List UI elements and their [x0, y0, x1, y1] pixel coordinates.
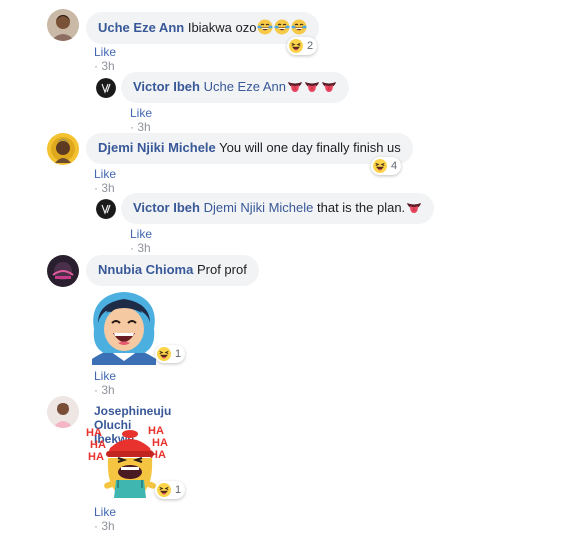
like-link[interactable]: Like [94, 369, 116, 383]
reaction-count[interactable]: 2 [287, 37, 318, 55]
haha-reaction-icon [289, 39, 303, 53]
laughing-tears-emoji-icon [291, 19, 307, 35]
tongue-emoji-icon [406, 200, 422, 214]
avatar[interactable] [96, 199, 116, 219]
comment-bubble: Victor Ibeh Djemi Njiki Michele that is … [121, 193, 435, 224]
comment-time[interactable]: 3h [101, 59, 114, 73]
laughing-tears-emoji-icon [274, 19, 290, 35]
mention-link[interactable]: Djemi Njiki Michele [204, 200, 314, 215]
haha-sticker-text: HA [90, 439, 106, 451]
comment-bubble: Djemi Njiki Michele You will one day fin… [86, 133, 413, 164]
comment-author[interactable]: Victor Ibeh [133, 79, 200, 94]
comment-text: that is the plan. [317, 200, 406, 215]
comment-meta: Like · 3h [94, 505, 117, 533]
comment-author[interactable]: Djemi Njiki Michele [98, 140, 216, 155]
tongue-emoji-icon [304, 79, 320, 93]
haha-reaction-icon [157, 483, 171, 497]
like-link[interactable]: Like [94, 167, 116, 181]
avatar[interactable] [47, 255, 79, 287]
comment-author[interactable]: Victor Ibeh [133, 200, 200, 215]
avatar[interactable] [96, 78, 116, 98]
comment-text: You will one day finally finish us [219, 140, 401, 155]
reaction-count[interactable]: 4 [371, 157, 402, 175]
like-link[interactable]: Like [94, 505, 116, 519]
haha-reaction-icon [157, 347, 171, 361]
tongue-emoji-icon [321, 79, 337, 93]
like-link[interactable]: Like [130, 106, 152, 120]
comment-bubble: Victor Ibeh Uche Eze Ann [121, 72, 349, 103]
haha-sticker-text: HA [88, 451, 104, 463]
comment-time[interactable]: 3h [101, 181, 114, 195]
haha-sticker-text: HA [86, 427, 102, 439]
comment-text: Prof prof [196, 262, 247, 277]
comment-bubble: Uche Eze Ann Ibiakwa ozo [86, 12, 320, 44]
comment-meta: Like · 3h [94, 167, 117, 195]
tongue-emoji-icon [287, 79, 303, 93]
comment-time[interactable]: 3h [137, 120, 150, 134]
reaction-count[interactable]: 1 [155, 345, 186, 363]
avatar[interactable] [47, 133, 79, 165]
comment-time[interactable]: 3h [101, 519, 114, 533]
comment-bubble: Nnubia Chioma Prof prof [86, 255, 259, 286]
mention-link[interactable]: Uche Eze Ann [204, 79, 286, 94]
laughing-tears-emoji-icon [257, 19, 273, 35]
comment-meta: Like · 3h [94, 45, 117, 73]
comment-time[interactable]: 3h [137, 241, 150, 255]
comment-meta: Like · 3h [130, 106, 153, 134]
comment-meta: Like · 3h [130, 227, 153, 255]
avatar[interactable] [47, 396, 79, 428]
avatar[interactable] [47, 9, 79, 41]
comment-author[interactable]: Uche Eze Ann [98, 20, 184, 35]
comment-time[interactable]: 3h [101, 383, 114, 397]
laughing-woman-sticker [86, 289, 162, 368]
haha-reaction-icon [373, 159, 387, 173]
reaction-count[interactable]: 1 [155, 481, 186, 499]
like-link[interactable]: Like [94, 45, 116, 59]
like-link[interactable]: Like [130, 227, 152, 241]
comment-text: Ibiakwa ozo [187, 20, 257, 35]
haha-sticker-text: HA [152, 437, 168, 449]
comment-author[interactable]: Nnubia Chioma [98, 262, 193, 277]
haha-sticker-text: HA [148, 425, 164, 437]
comment-meta: Like · 3h [94, 369, 117, 397]
